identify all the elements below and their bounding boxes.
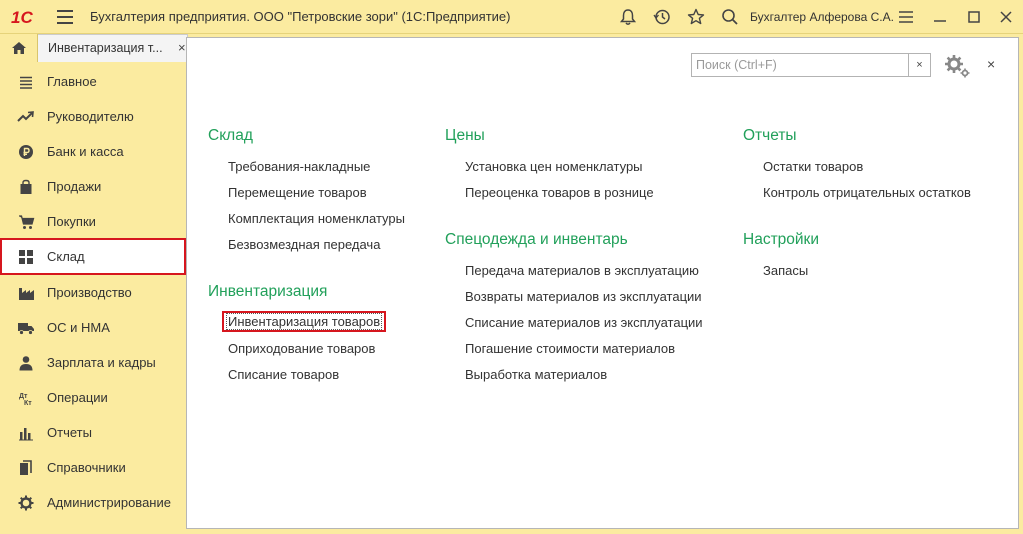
- shopping-bag-icon: [17, 178, 35, 196]
- search-icon[interactable]: [720, 7, 740, 27]
- title-bar: 1С Бухгалтерия предприятия. ООО "Петровс…: [0, 0, 1023, 34]
- sidebar-item-directories[interactable]: Справочники: [0, 450, 186, 485]
- bar-chart-icon: [17, 424, 35, 442]
- sidebar-item-label: Продажи: [47, 179, 102, 194]
- 1c-logo-icon[interactable]: 1С: [10, 7, 44, 27]
- panel-settings-gear-icon[interactable]: [943, 53, 971, 79]
- section-title-warehouse: Склад: [208, 127, 253, 144]
- link-inventory-goods-label: Инвентаризация товаров: [226, 313, 383, 330]
- home-icon: [11, 42, 26, 54]
- link-set-prices[interactable]: Установка цен номенклатуры: [465, 159, 643, 174]
- tab-label: Инвентаризация т...: [48, 41, 163, 55]
- section-title-prices: Цены: [445, 127, 485, 144]
- sidebar-item-label: Операции: [47, 390, 108, 405]
- truck-icon: [17, 319, 35, 337]
- history-icon[interactable]: [652, 7, 672, 27]
- sidebar-item-label: Главное: [47, 74, 97, 89]
- svg-text:1С: 1С: [11, 8, 33, 27]
- link-goods-receipt[interactable]: Оприходование товаров: [228, 341, 375, 356]
- sidebar-item-warehouse[interactable]: Склад: [0, 238, 186, 275]
- gear-icon: [17, 494, 35, 512]
- link-goods-transfer[interactable]: Перемещение товаров: [228, 185, 367, 200]
- search-input[interactable]: [694, 56, 909, 74]
- sidebar-item-label: Руководителю: [47, 109, 134, 124]
- link-free-transfer[interactable]: Безвозмездная передача: [228, 237, 380, 252]
- people-icon: [17, 354, 35, 372]
- sidebar-item-sales[interactable]: Продажи: [0, 169, 186, 204]
- sidebar-item-manager[interactable]: Руководителю: [0, 99, 186, 134]
- warehouse-grid-icon: [17, 248, 35, 266]
- sidebar-item-administration[interactable]: Администрирование: [0, 485, 186, 520]
- settings-lines-icon[interactable]: [896, 7, 916, 27]
- link-negative-balance-control[interactable]: Контроль отрицательных остатков: [763, 185, 971, 200]
- user-name[interactable]: Бухгалтер Алферова С.А.: [750, 10, 894, 24]
- link-materials-to-operation[interactable]: Передача материалов в эксплуатацию: [465, 263, 699, 278]
- link-inventory-goods[interactable]: Инвентаризация товаров: [222, 311, 387, 332]
- app-title: Бухгалтерия предприятия. ООО "Петровские…: [90, 9, 511, 24]
- main-menu-icon[interactable]: [57, 10, 73, 24]
- panel-close-icon[interactable]: ×: [987, 56, 995, 72]
- link-retail-revaluation[interactable]: Переоценка товаров в рознице: [465, 185, 654, 200]
- bell-icon[interactable]: [618, 7, 638, 27]
- sidebar-item-salary[interactable]: Зарплата и кадры: [0, 345, 186, 380]
- sidebar-item-label: Администрирование: [47, 495, 171, 510]
- link-materials-returns[interactable]: Возвраты материалов из эксплуатации: [465, 289, 702, 304]
- section-title-reports: Отчеты: [743, 127, 797, 144]
- minimize-icon[interactable]: [930, 7, 950, 27]
- sidebar-item-label: Банк и касса: [47, 144, 124, 159]
- sidebar-item-main[interactable]: Главное: [0, 64, 186, 99]
- link-stocks-settings[interactable]: Запасы: [763, 263, 808, 278]
- factory-icon: [17, 284, 35, 302]
- sidebar-item-label: Склад: [47, 249, 85, 264]
- tab-close-icon[interactable]: ×: [178, 40, 186, 55]
- svg-text:Кт: Кт: [24, 400, 32, 406]
- sidebar-item-purchases[interactable]: Покупки: [0, 204, 186, 239]
- home-button[interactable]: [0, 34, 38, 62]
- sidebar-item-production[interactable]: Производство: [0, 275, 186, 310]
- link-requisitions[interactable]: Требования-накладные: [228, 159, 370, 174]
- sidebar-item-label: Справочники: [47, 460, 126, 475]
- section-title-inventory: Инвентаризация: [208, 283, 328, 300]
- sidebar-item-label: Покупки: [47, 214, 96, 229]
- sidebar-item-label: Зарплата и кадры: [47, 355, 156, 370]
- books-icon: [17, 459, 35, 477]
- tab-inventory[interactable]: Инвентаризация т... ×: [38, 34, 188, 62]
- link-materials-output[interactable]: Выработка материалов: [465, 367, 607, 382]
- warehouse-panel: × × Склад Требования-накладные Перемещен…: [186, 37, 1019, 529]
- close-icon[interactable]: [996, 7, 1016, 27]
- sidebar-item-label: Производство: [47, 285, 132, 300]
- trend-icon: [17, 108, 35, 126]
- section-title-settings: Настройки: [743, 231, 820, 248]
- debit-credit-icon: Дт Кт: [17, 389, 35, 407]
- sidebar-item-label: ОС и НМА: [47, 320, 110, 335]
- sidebar-item-operations[interactable]: Дт Кт Операции: [0, 380, 186, 415]
- search-clear-icon[interactable]: ×: [908, 54, 930, 76]
- ruble-coin-icon: [17, 143, 35, 161]
- section-title-workwear: Спецодежда и инвентарь: [445, 231, 628, 248]
- link-materials-cost-repayment[interactable]: Погашение стоимости материалов: [465, 341, 675, 356]
- link-goods-balance[interactable]: Остатки товаров: [763, 159, 863, 174]
- link-goods-writeoff[interactable]: Списание товаров: [228, 367, 339, 382]
- sidebar-item-label: Отчеты: [47, 425, 92, 440]
- sidebar-item-reports[interactable]: Отчеты: [0, 415, 186, 450]
- maximize-icon[interactable]: [964, 7, 984, 27]
- svg-text:Дт: Дт: [19, 393, 28, 400]
- sidebar-item-bank[interactable]: Банк и касса: [0, 134, 186, 169]
- sidebar: Главное Руководителю Банк и касса Продаж…: [0, 64, 186, 534]
- star-icon[interactable]: [686, 7, 706, 27]
- shopping-cart-icon: [17, 213, 35, 231]
- sidebar-item-assets[interactable]: ОС и НМА: [0, 310, 186, 345]
- link-assembly[interactable]: Комплектация номенклатуры: [228, 211, 405, 226]
- search-box: ×: [691, 53, 931, 77]
- link-materials-writeoff[interactable]: Списание материалов из эксплуатации: [465, 315, 703, 330]
- menu-list-icon: [17, 73, 35, 91]
